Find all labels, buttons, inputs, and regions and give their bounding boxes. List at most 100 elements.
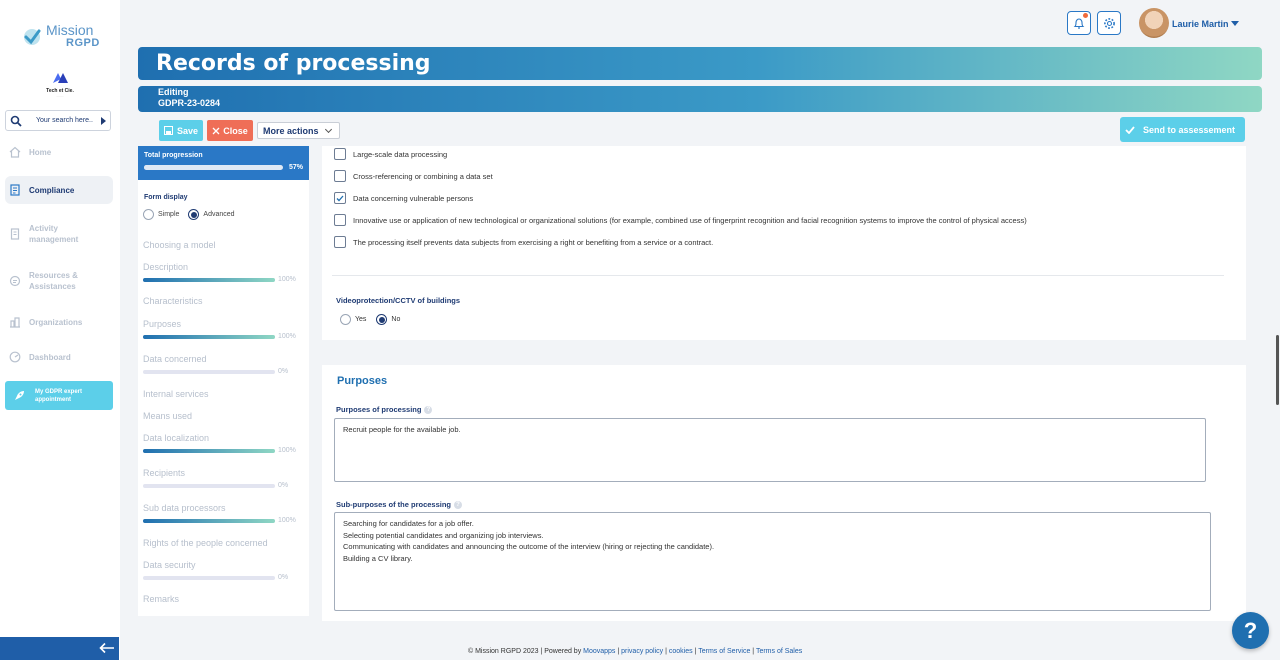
notifications-button[interactable] bbox=[1067, 11, 1091, 35]
company-logo: Tech et Cie. ······· bbox=[40, 70, 80, 98]
section-label[interactable]: Choosing a model bbox=[143, 240, 216, 250]
expert-appointment-button[interactable]: My GDPR expert appointment bbox=[5, 381, 113, 410]
criteria-item[interactable]: The processing itself prevents data subj… bbox=[334, 236, 713, 248]
video-yes-radio[interactable] bbox=[340, 314, 351, 325]
checkbox[interactable] bbox=[334, 214, 346, 226]
section-label[interactable]: Recipients bbox=[143, 468, 185, 478]
nav-compliance-label: Compliance bbox=[29, 185, 75, 195]
nav-resources[interactable]: Resources & Assistances bbox=[5, 269, 113, 293]
footer-copyright: © Mission RGPD 2023 | Powered by bbox=[468, 648, 584, 655]
section-label[interactable]: Purposes bbox=[143, 319, 181, 329]
criteria-item[interactable]: Cross-referencing or combining a data se… bbox=[334, 170, 493, 182]
section-label[interactable]: Means used bbox=[143, 411, 192, 421]
organizations-icon bbox=[10, 317, 20, 328]
form-display-options: Simple Advanced bbox=[138, 201, 309, 220]
section-percent: 100% bbox=[278, 517, 296, 524]
section-label[interactable]: Data concerned bbox=[143, 354, 207, 364]
checkbox[interactable] bbox=[334, 170, 346, 182]
purposes-textarea[interactable]: Recruit people for the available job. bbox=[334, 418, 1206, 482]
video-no-label: No bbox=[391, 316, 401, 323]
sub-purposes-textarea[interactable]: Searching for candidates for a job offer… bbox=[334, 512, 1211, 611]
total-progress-percent: 57% bbox=[288, 164, 303, 171]
save-label: Save bbox=[176, 125, 199, 136]
footer-tos-link[interactable]: Terms of Service bbox=[698, 648, 750, 655]
mode-simple-radio[interactable] bbox=[143, 209, 154, 220]
help-icon[interactable]: ? bbox=[424, 405, 433, 414]
footer-cookies-link[interactable]: cookies bbox=[669, 648, 693, 655]
section-percent: 0% bbox=[278, 482, 289, 489]
section-progress-bar bbox=[143, 449, 275, 453]
record-id: GDPR-23-0284 bbox=[158, 98, 221, 108]
form-display-label: Form display bbox=[144, 194, 188, 201]
checkbox-checked[interactable] bbox=[334, 192, 346, 204]
section-label[interactable]: Data security bbox=[143, 560, 196, 570]
sidebar-collapse-button[interactable] bbox=[0, 637, 119, 660]
criteria-label: Cross-referencing or combining a data se… bbox=[353, 171, 493, 181]
search-submit-icon[interactable] bbox=[101, 116, 106, 125]
section-label[interactable]: Sub data processors bbox=[143, 503, 226, 513]
nav-activity[interactable]: Activity management bbox=[5, 222, 113, 246]
avatar[interactable] bbox=[1139, 8, 1169, 38]
section-label[interactable]: Rights of the people concerned bbox=[143, 538, 268, 548]
section-percent: 0% bbox=[278, 574, 289, 581]
scrollbar[interactable] bbox=[1276, 335, 1279, 405]
more-actions-dropdown[interactable]: More actions bbox=[257, 122, 340, 139]
section-percent: 100% bbox=[278, 447, 296, 454]
checkbox[interactable] bbox=[334, 236, 346, 248]
close-label: Close bbox=[223, 125, 248, 136]
section-label[interactable]: Description bbox=[143, 262, 188, 272]
purposes-heading: Purposes bbox=[337, 375, 388, 387]
footer-privacy-link[interactable]: privacy policy bbox=[621, 648, 663, 655]
expert-appointment-label: My GDPR expert appointment bbox=[35, 388, 83, 403]
section-progress-bar bbox=[143, 484, 275, 488]
search-box[interactable]: Your search here.. bbox=[5, 110, 111, 131]
video-protection-options: Yes No bbox=[340, 314, 400, 325]
help-button[interactable]: ? bbox=[1232, 612, 1269, 649]
criteria-item[interactable]: Data concerning vulnerable persons bbox=[334, 192, 473, 204]
section-label[interactable]: Remarks bbox=[143, 594, 179, 604]
check-icon bbox=[336, 195, 344, 201]
footer-sales-link[interactable]: Terms of Sales bbox=[756, 648, 802, 655]
edit-status: Editing bbox=[158, 87, 189, 97]
app-logo[interactable]: Mission RGPD bbox=[22, 22, 100, 50]
nav-organizations[interactable]: Organizations bbox=[5, 315, 113, 329]
nav-compliance[interactable]: Compliance bbox=[5, 176, 113, 204]
nav-home[interactable]: Home bbox=[5, 145, 113, 159]
resources-icon bbox=[9, 275, 21, 287]
nav-activity-label: Activity management bbox=[29, 224, 79, 244]
checkbox[interactable] bbox=[334, 148, 346, 160]
settings-button[interactable] bbox=[1097, 11, 1121, 35]
close-button[interactable]: Close bbox=[207, 120, 253, 141]
criteria-label: The processing itself prevents data subj… bbox=[353, 237, 714, 247]
total-progression: Total progression 57% bbox=[138, 146, 309, 180]
edit-status-bar: Editing GDPR-23-0284 bbox=[138, 86, 1262, 112]
logo-title: Mission bbox=[46, 22, 94, 38]
section-progress-bar bbox=[143, 335, 275, 339]
section-percent: 100% bbox=[278, 276, 296, 283]
section-progress-fill bbox=[143, 449, 275, 453]
video-protection-label: Videoprotection/CCTV of buildings bbox=[336, 296, 461, 305]
section-label[interactable]: Data localization bbox=[143, 433, 209, 443]
close-icon bbox=[212, 127, 220, 134]
mode-advanced-radio[interactable] bbox=[188, 209, 200, 220]
criteria-item[interactable]: Innovative use or application of new tec… bbox=[334, 214, 1027, 226]
user-name[interactable]: Laurie Martin bbox=[1172, 19, 1229, 29]
criteria-label: Large-scale data processing bbox=[353, 149, 448, 159]
help-icon[interactable]: ? bbox=[454, 500, 463, 509]
section-label[interactable]: Characteristics bbox=[143, 296, 203, 306]
nav-dashboard[interactable]: Dashboard bbox=[5, 350, 113, 364]
send-to-assessment-button[interactable]: Send to assessement bbox=[1120, 117, 1245, 142]
video-no-radio[interactable] bbox=[376, 314, 388, 325]
criteria-item[interactable]: Large-scale data processing bbox=[334, 148, 447, 160]
section-progress-bar bbox=[143, 519, 275, 523]
total-progress-bar bbox=[144, 165, 283, 170]
chevron-down-icon[interactable] bbox=[1231, 21, 1239, 26]
search-input[interactable]: Your search here.. bbox=[36, 117, 101, 124]
section-progress-bar bbox=[143, 278, 275, 282]
footer-moovapps-link[interactable]: Moovapps bbox=[583, 648, 615, 655]
section-label[interactable]: Internal services bbox=[143, 389, 209, 399]
company-mark-icon bbox=[53, 73, 68, 83]
criteria-label: Innovative use or application of new tec… bbox=[353, 215, 1027, 225]
save-button[interactable]: Save bbox=[159, 120, 203, 141]
search-icon bbox=[10, 115, 22, 127]
